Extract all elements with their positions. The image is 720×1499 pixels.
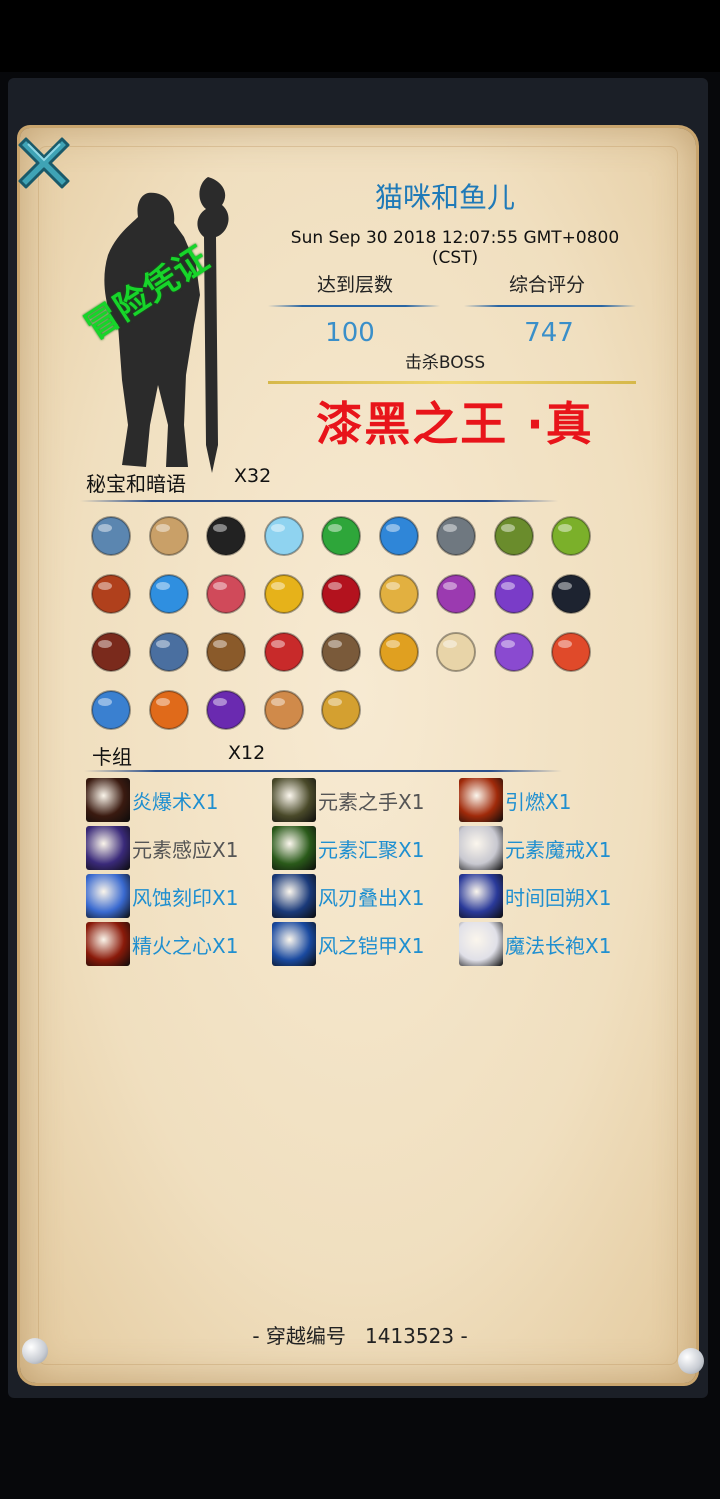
time-rewind-icon xyxy=(459,874,503,918)
wind-blade-icon xyxy=(272,874,316,918)
boss-name: 漆黑之王 ·真 xyxy=(316,397,594,451)
transfer-id: 1413523 xyxy=(365,1324,455,1348)
deck-card-label: 元素感应X1 xyxy=(132,838,239,862)
christmas-stocking-icon[interactable] xyxy=(261,628,307,674)
deck-card[interactable]: 风刃叠出X1 xyxy=(272,874,462,918)
chain-icon[interactable] xyxy=(88,628,134,674)
deck-card-label: 时间回朔X1 xyxy=(505,886,612,910)
shovel-icon[interactable] xyxy=(203,628,249,674)
rocking-horse-icon[interactable] xyxy=(318,686,364,732)
green-beans-icon[interactable] xyxy=(548,512,594,558)
boss-divider xyxy=(268,381,636,384)
deck-card[interactable]: 精火之心X1 xyxy=(86,922,276,966)
deck-card-label: 元素之手X1 xyxy=(318,790,425,814)
deck-card[interactable]: 元素汇聚X1 xyxy=(272,826,462,870)
anchor-icon[interactable] xyxy=(433,512,479,558)
transfer-number: - 穿越编号 1413523 - xyxy=(200,1320,520,1349)
deck-card-label: 引燃X1 xyxy=(505,790,572,814)
deck-card-label: 风蚀刻印X1 xyxy=(132,886,239,910)
fire-stone-icon[interactable] xyxy=(88,570,134,616)
treasures-title: 秘宝和暗语 xyxy=(86,472,186,496)
blue-spiral-rune-icon[interactable] xyxy=(146,570,192,616)
potion-tube-icon[interactable] xyxy=(261,686,307,732)
floor-reached-label: 达到层数 xyxy=(316,274,393,296)
crescent-moon-icon[interactable] xyxy=(261,512,307,558)
pin-left-icon xyxy=(22,1338,48,1364)
close-icon xyxy=(18,137,70,189)
fireball-vortex-icon xyxy=(86,778,130,822)
deck-card-label: 精火之心X1 xyxy=(132,934,239,958)
wind-mark-icon xyxy=(86,874,130,918)
money-bag-icon[interactable] xyxy=(318,628,364,674)
deck-card[interactable]: 元素魔戒X1 xyxy=(459,826,649,870)
deck-card[interactable]: 引燃X1 xyxy=(459,778,649,822)
deck-divider xyxy=(84,770,562,772)
red-scroll-icon[interactable] xyxy=(203,570,249,616)
record-timestamp: Sun Sep 30 2018 12:07:55 GMT+0800 (CST) xyxy=(290,228,620,268)
fire-heart-icon xyxy=(86,922,130,966)
trinity-knot-icon[interactable] xyxy=(203,512,249,558)
black-beetle-icon[interactable] xyxy=(548,570,594,616)
purple-flame-rune-icon[interactable] xyxy=(491,570,537,616)
deck-count: X12 xyxy=(228,742,266,764)
element-sense-icon xyxy=(86,826,130,870)
blue-rune-icon[interactable] xyxy=(376,512,422,558)
pin-right-icon xyxy=(678,1348,704,1374)
deck-card-label: 魔法长袍X1 xyxy=(505,934,612,958)
deck-card[interactable]: 风之铠甲X1 xyxy=(272,922,462,966)
green-rune-icon[interactable] xyxy=(318,512,364,558)
deck-card[interactable]: 炎爆术X1 xyxy=(86,778,276,822)
golden-egg-icon[interactable] xyxy=(261,570,307,616)
rose-icon[interactable] xyxy=(318,570,364,616)
deck-card-label: 炎爆术X1 xyxy=(132,790,219,814)
zongzi-icon[interactable] xyxy=(491,512,537,558)
fire-medallion-icon[interactable] xyxy=(146,686,192,732)
score-value: 747 xyxy=(524,318,574,348)
floor-reached-value: 100 xyxy=(325,318,375,348)
deck-card-label: 风刃叠出X1 xyxy=(318,886,425,910)
transfer-label: - 穿越编号 xyxy=(252,1324,346,1348)
deck-card[interactable]: 魔法长袍X1 xyxy=(459,922,649,966)
transfer-suffix: - xyxy=(460,1324,468,1348)
golden-card-icon[interactable] xyxy=(376,570,422,616)
status-bar-area xyxy=(0,0,720,72)
purple-vortex-icon[interactable] xyxy=(203,686,249,732)
scroll-icon[interactable] xyxy=(146,512,192,558)
close-button[interactable] xyxy=(16,135,72,191)
treasures-count: X32 xyxy=(234,465,272,487)
player-name: 猫咪和鱼儿 xyxy=(374,181,515,214)
armor-icon[interactable] xyxy=(88,512,134,558)
blue-hook-icon[interactable] xyxy=(88,686,134,732)
deck-card[interactable]: 元素之手X1 xyxy=(272,778,462,822)
score-divider xyxy=(464,305,636,307)
spiked-shield-icon[interactable] xyxy=(146,628,192,674)
deck-card[interactable]: 时间回朔X1 xyxy=(459,874,649,918)
eye-ring-icon[interactable] xyxy=(433,570,479,616)
deck-card[interactable]: 元素感应X1 xyxy=(86,826,276,870)
purple-feather-icon[interactable] xyxy=(491,628,537,674)
deck-card-label: 风之铠甲X1 xyxy=(318,934,425,958)
magic-robe-icon xyxy=(459,922,503,966)
element-gather-icon xyxy=(272,826,316,870)
boss-killed-label: 击杀BOSS xyxy=(404,353,486,373)
score-label: 综合评分 xyxy=(508,274,585,296)
deck-card[interactable]: 风蚀刻印X1 xyxy=(86,874,276,918)
floor-divider xyxy=(268,305,440,307)
bandage-icon[interactable] xyxy=(433,628,479,674)
element-hand-icon xyxy=(272,778,316,822)
deck-card-label: 元素魔戒X1 xyxy=(505,838,612,862)
golden-cup-icon[interactable] xyxy=(376,628,422,674)
treasures-divider xyxy=(80,500,558,502)
deck-card-label: 元素汇聚X1 xyxy=(318,838,425,862)
red-spiral-card-icon[interactable] xyxy=(548,628,594,674)
magic-ring-icon xyxy=(459,826,503,870)
ignite-icon xyxy=(459,778,503,822)
deck-title: 卡组 xyxy=(92,745,132,769)
wind-armor-icon xyxy=(272,922,316,966)
